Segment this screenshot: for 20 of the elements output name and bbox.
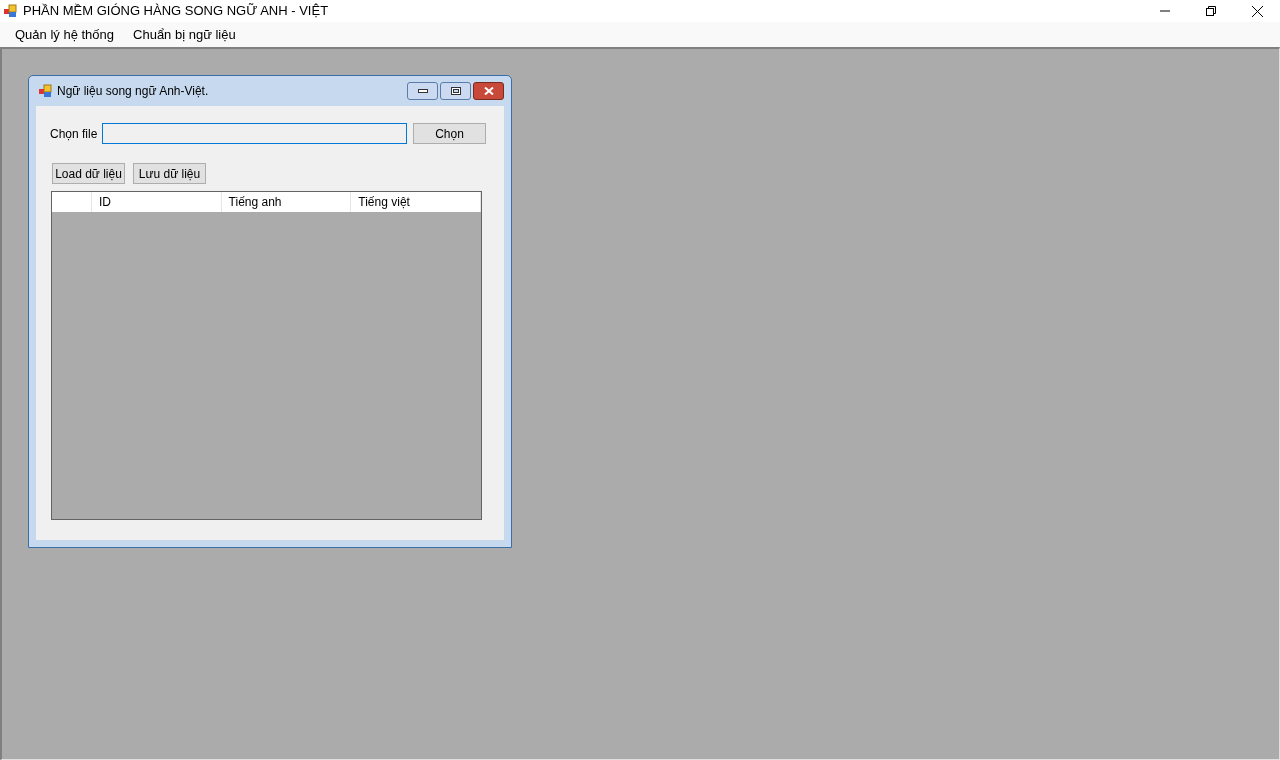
action-button[interactable]: Lưu dữ liệu	[133, 163, 206, 184]
minimize-button[interactable]	[407, 82, 438, 100]
column-header[interactable]: Tiếng anh	[221, 192, 352, 212]
browse-button[interactable]: Chọn	[413, 123, 486, 144]
maximize-icon	[450, 87, 461, 95]
file-path-field[interactable]	[102, 123, 407, 144]
close-icon	[483, 87, 494, 95]
app-icon	[3, 4, 17, 18]
menu-item[interactable]: Quản lý hệ thống	[7, 22, 123, 47]
app-icon	[38, 84, 52, 98]
maximize-button[interactable]	[440, 82, 471, 100]
menu-item[interactable]: Chuẩn bị ngữ liệu	[125, 22, 244, 47]
column-header[interactable]: ID	[91, 192, 222, 212]
column-header[interactable]: Tiếng việt	[351, 192, 481, 212]
minimize-icon	[417, 89, 428, 93]
action-button[interactable]: Load dữ liệu	[52, 163, 125, 184]
child-window-title: Ngữ liệu song ngữ Anh-Việt.	[57, 83, 209, 100]
window-title: PHẦN MỀM GIÓNG HÀNG SONG NGỮ ANH - VIỆT	[23, 2, 329, 21]
field-label: Chọn file	[50, 125, 99, 143]
close-button[interactable]	[473, 82, 504, 100]
